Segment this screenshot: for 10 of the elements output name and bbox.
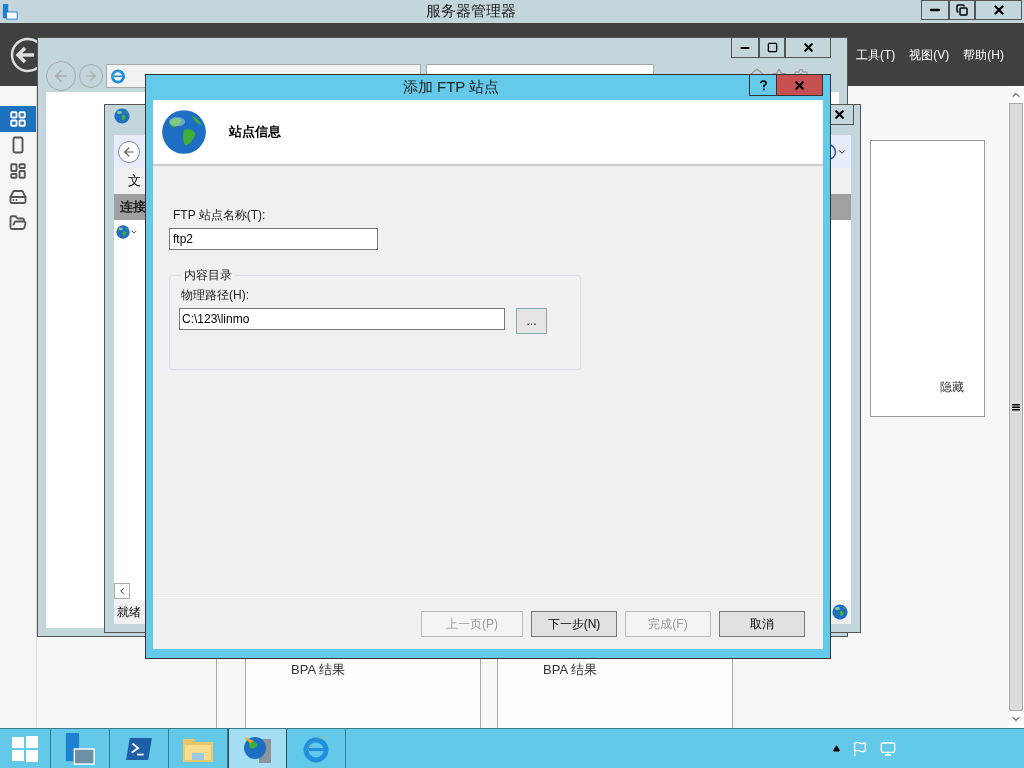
- dialog-title: 添加 FTP 站点: [401, 77, 501, 98]
- field-label: FTP 站点名称(T):: [173, 207, 267, 224]
- field-label: 物理路径(H):: [181, 288, 249, 302]
- group-title: 内容目录: [183, 267, 233, 284]
- status-text: 就绪: [117, 604, 141, 621]
- window-title: 服务器管理器: [424, 1, 517, 22]
- tile-title: BPA 结果: [291, 662, 345, 677]
- header-title: 站点信息: [229, 123, 281, 142]
- panel-title: 连接: [120, 198, 146, 217]
- tile-title: BPA 结果: [543, 662, 597, 677]
